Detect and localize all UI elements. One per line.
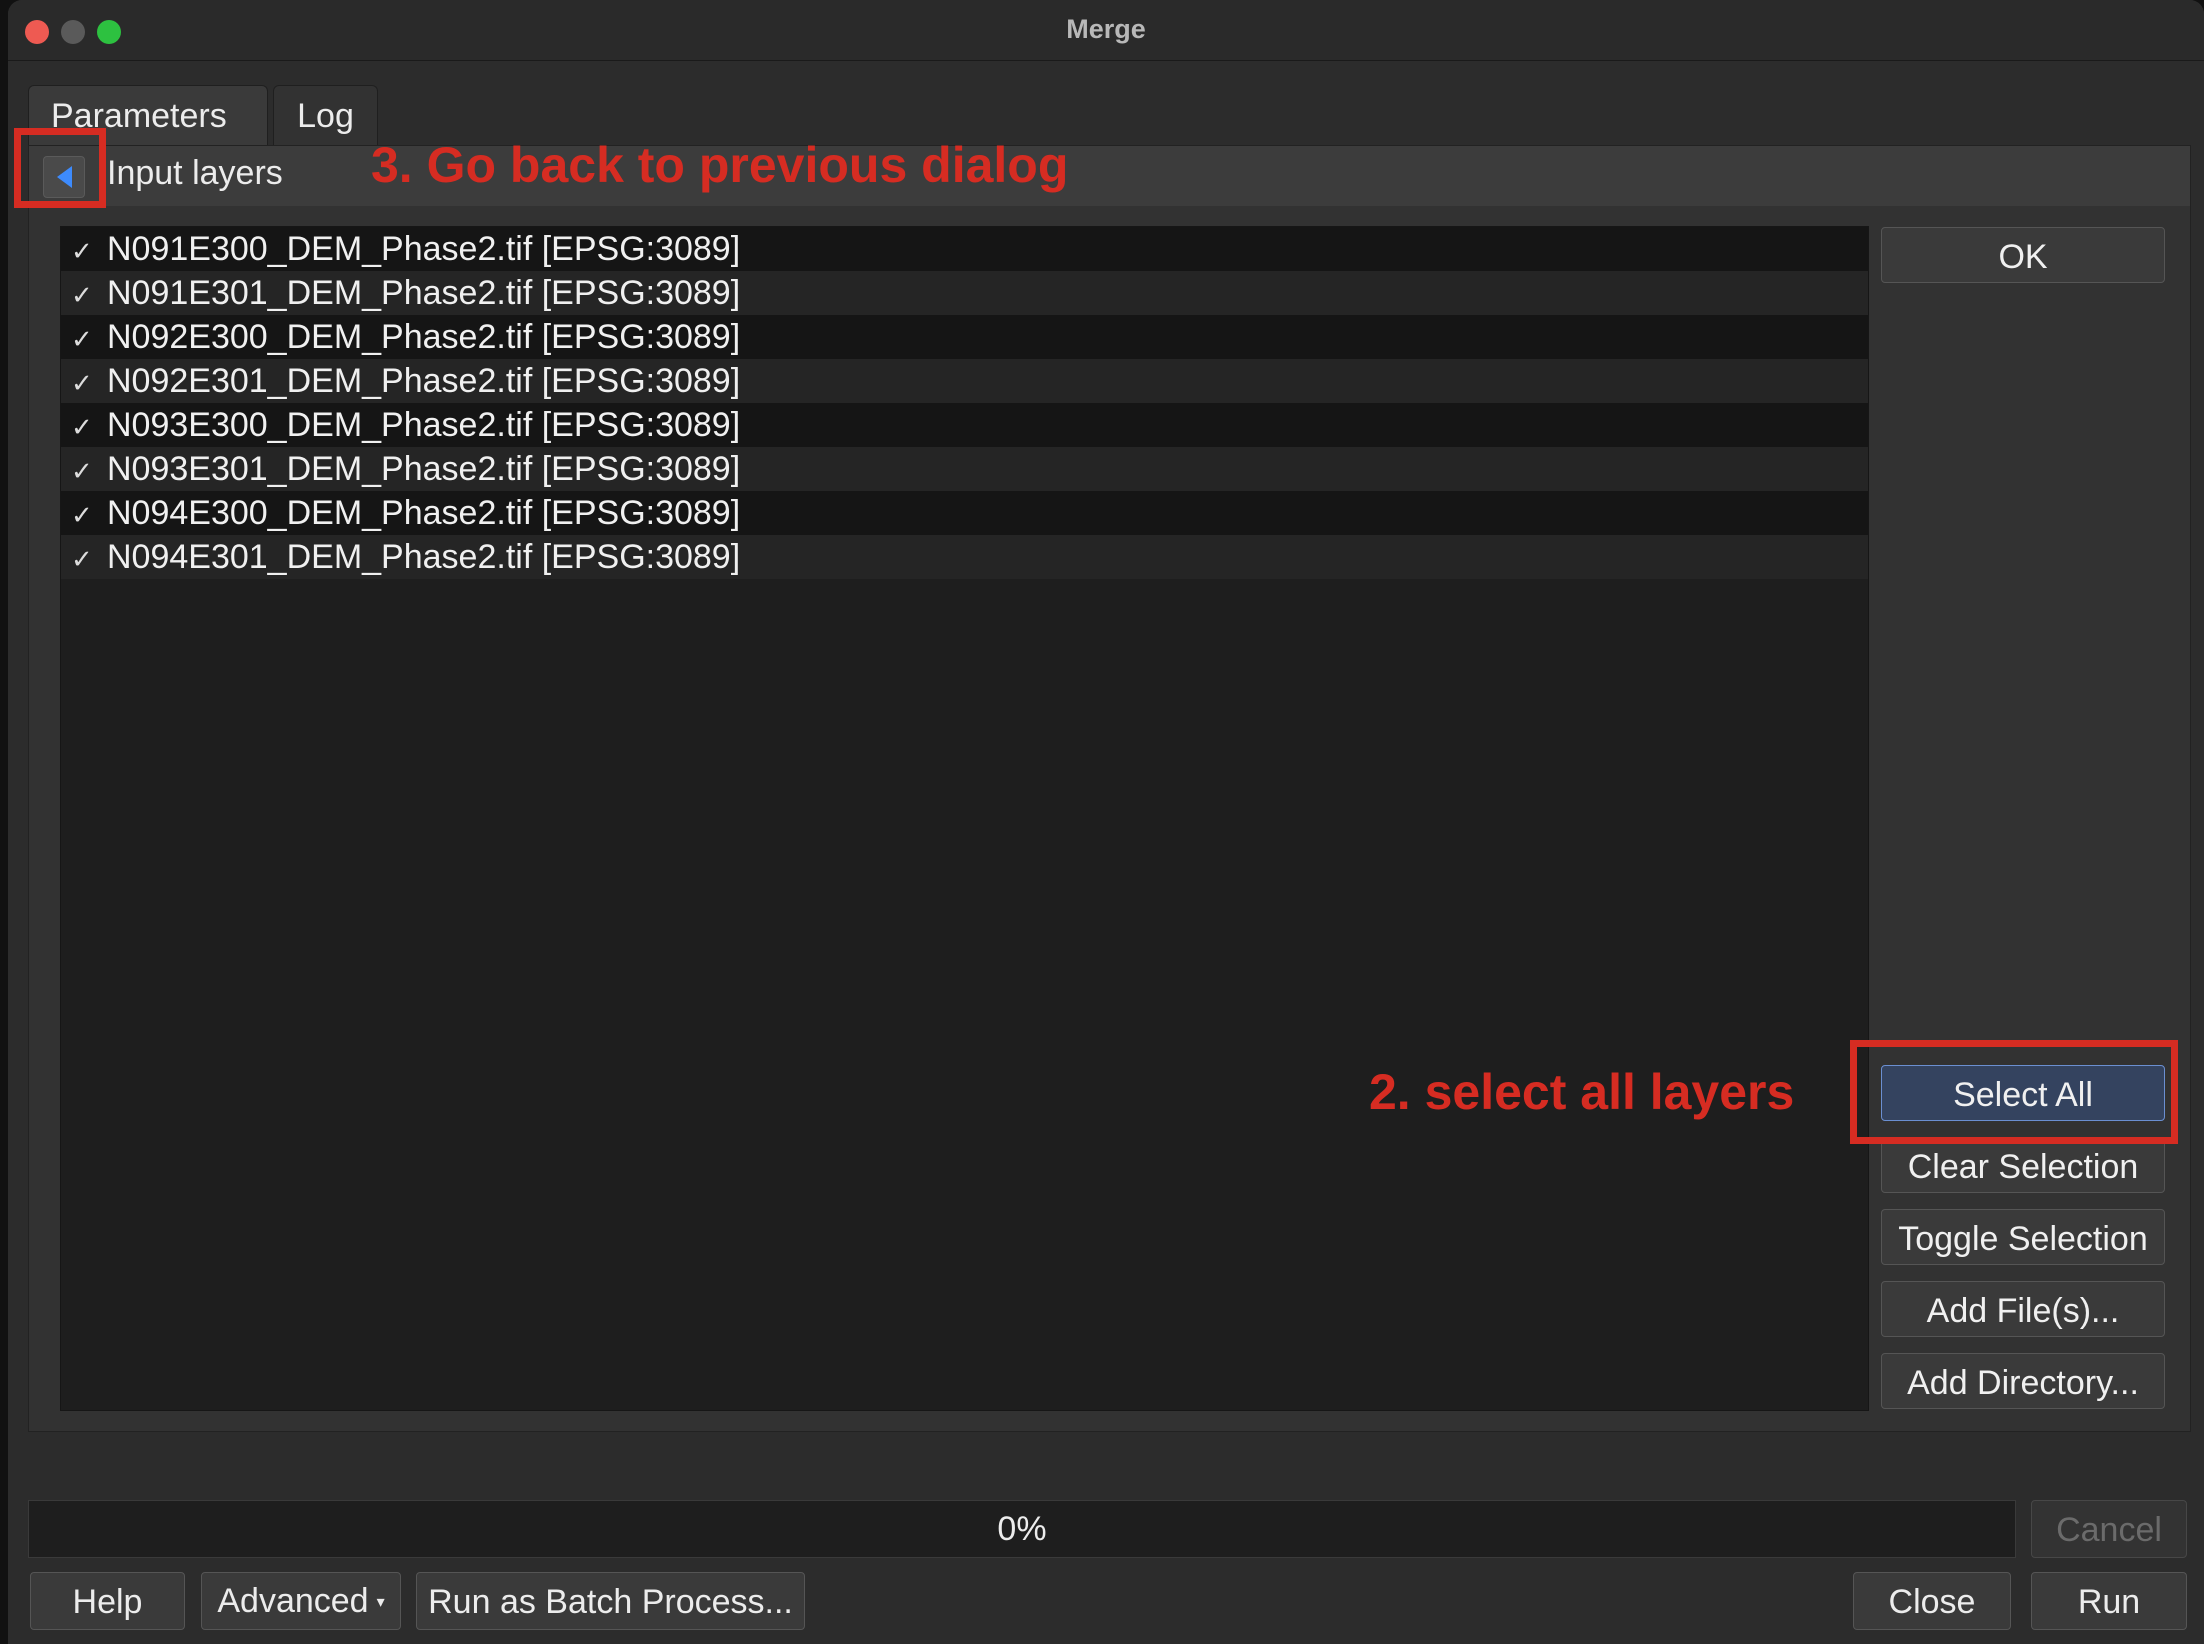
checkmark-icon[interactable]: ✓	[71, 493, 107, 537]
layer-label: N091E301_DEM_Phase2.tif [EPSG:3089]	[107, 274, 741, 312]
annotation-box-back	[14, 128, 106, 208]
layer-label: N094E300_DEM_Phase2.tif [EPSG:3089]	[107, 494, 741, 532]
annotation-step2: 2. select all layers	[1369, 1064, 1795, 1120]
help-button[interactable]: Help	[30, 1572, 185, 1630]
layer-list[interactable]: ✓ N091E300_DEM_Phase2.tif [EPSG:3089] ✓ N09…	[60, 226, 1869, 1411]
advanced-dropdown[interactable]: Advanced ▾	[201, 1572, 401, 1630]
layer-list-item[interactable]: ✓ N094E300_DEM_Phase2.tif [EPSG:3089]	[61, 491, 1868, 535]
checkmark-icon[interactable]: ✓	[71, 449, 107, 493]
layer-label: N092E301_DEM_Phase2.tif [EPSG:3089]	[107, 362, 741, 400]
add-files-button[interactable]: Add File(s)...	[1881, 1281, 2165, 1337]
title-bar: Merge	[8, 0, 2204, 61]
input-layers-header: Input layers	[29, 146, 2190, 206]
checkmark-icon[interactable]: ✓	[71, 405, 107, 449]
layer-label: N092E300_DEM_Phase2.tif [EPSG:3089]	[107, 318, 741, 356]
checkmark-icon[interactable]: ✓	[71, 229, 107, 273]
checkmark-icon[interactable]: ✓	[71, 273, 107, 317]
layer-label: N093E301_DEM_Phase2.tif [EPSG:3089]	[107, 450, 741, 488]
add-directory-button[interactable]: Add Directory...	[1881, 1353, 2165, 1409]
layer-list-item[interactable]: ✓ N091E300_DEM_Phase2.tif [EPSG:3089]	[61, 227, 1868, 271]
toggle-selection-button[interactable]: Toggle Selection	[1881, 1209, 2165, 1265]
annotation-step3: 3. Go back to previous dialog	[371, 137, 1069, 193]
checkmark-icon[interactable]: ✓	[71, 537, 107, 581]
dropdown-arrow-icon: ▾	[376, 1594, 385, 1612]
ok-button[interactable]: OK	[1881, 227, 2165, 283]
clear-selection-button[interactable]: Clear Selection	[1881, 1137, 2165, 1193]
layer-list-item[interactable]: ✓ N093E301_DEM_Phase2.tif [EPSG:3089]	[61, 447, 1868, 491]
layer-label: N093E300_DEM_Phase2.tif [EPSG:3089]	[107, 406, 741, 444]
layer-list-item[interactable]: ✓ N091E301_DEM_Phase2.tif [EPSG:3089]	[61, 271, 1868, 315]
layer-list-item[interactable]: ✓ N092E300_DEM_Phase2.tif [EPSG:3089]	[61, 315, 1868, 359]
run-as-batch-button[interactable]: Run as Batch Process...	[416, 1572, 805, 1630]
layer-list-item[interactable]: ✓ N094E301_DEM_Phase2.tif [EPSG:3089]	[61, 535, 1868, 579]
layer-label: N091E300_DEM_Phase2.tif [EPSG:3089]	[107, 230, 741, 268]
tab-log[interactable]: Log	[273, 85, 378, 145]
progress-text: 0%	[997, 1510, 1047, 1548]
advanced-label: Advanced	[217, 1582, 369, 1620]
window-title: Merge	[1066, 14, 1146, 44]
close-button[interactable]: Close	[1853, 1572, 2011, 1630]
layer-list-item[interactable]: ✓ N093E300_DEM_Phase2.tif [EPSG:3089]	[61, 403, 1868, 447]
merge-dialog: Merge Parameters Log Input layers ✓ N091E…	[8, 0, 2204, 1644]
checkmark-icon[interactable]: ✓	[71, 361, 107, 405]
cancel-button[interactable]: Cancel	[2031, 1500, 2187, 1558]
annotation-box-select-all	[1850, 1040, 2178, 1144]
progress-bar: 0%	[28, 1500, 2016, 1558]
layer-label: N094E301_DEM_Phase2.tif [EPSG:3089]	[107, 538, 741, 576]
run-button[interactable]: Run	[2031, 1572, 2187, 1630]
layer-list-item[interactable]: ✓ N092E301_DEM_Phase2.tif [EPSG:3089]	[61, 359, 1868, 403]
parameters-panel: Input layers ✓ N091E300_DEM_Phase2.tif [E…	[28, 145, 2191, 1432]
input-layers-label: Input layers	[107, 154, 283, 192]
checkmark-icon[interactable]: ✓	[71, 317, 107, 361]
